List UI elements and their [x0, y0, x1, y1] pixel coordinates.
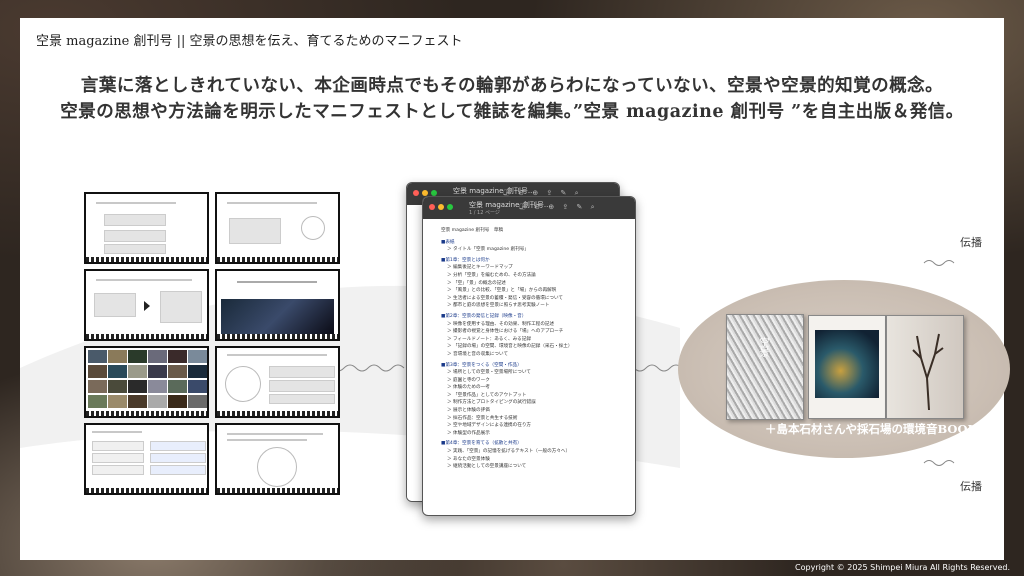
- document-section-heading: ■第4章：空景を育てる（拡散と共有）: [441, 441, 522, 447]
- document-section-heading: ■表紙: [441, 239, 455, 245]
- thumbnail-slide: [215, 423, 340, 495]
- minimize-button[interactable]: [438, 204, 444, 210]
- document-line: ＞ 撮影者の視覚と身体性における「場」へのアプローチ: [447, 329, 564, 335]
- propagation-label-bottom: 伝播: [960, 480, 982, 493]
- document-line: ＞ 「空」「景」の概念の記述: [447, 280, 506, 286]
- close-button[interactable]: [413, 190, 419, 196]
- slide-title: 空景 magazine 創刊号 || 空景の思想を伝え、育てるためのマニフェスト: [36, 34, 463, 49]
- propagation-label-top: 伝播: [960, 236, 982, 249]
- document-line: ＞ 実践、「空景」の記憶を拡げるテキスト（一般の方々へ）: [447, 449, 571, 455]
- document-line: ＞ 分析「空景」を編むための、その方法論: [447, 272, 536, 278]
- document-line: ＞ 空や地域デザインによる連携の在り方: [447, 423, 532, 429]
- document-line: ＞ 継続活動としての空景講座について: [447, 464, 527, 470]
- books-caption: ＋島本石材さんや採石場の環境音BOOK: [765, 422, 978, 436]
- document-line: ＞ 「記録の場」の空間、環境音と映像の記録（采石・採土）: [447, 344, 573, 350]
- thumbnail-slide: [84, 192, 209, 264]
- document-page[interactable]: 空景 magazine 創刊号 草稿 ■表紙 ＞ タイトル「空景 magazine …: [423, 219, 635, 515]
- document-section-heading: ■第3章：空景をつくる（空間・作品）: [441, 362, 522, 368]
- document-line: ＞ 庭園と寺のワーク: [447, 377, 490, 383]
- page-indicator: 1 / 12 ページ: [469, 210, 500, 216]
- cover-title: 空景: [757, 337, 768, 357]
- pdf-window: 空景 magazine_創刊号... 1 / 12 ページ ⓘ ⊖ ⊕ ⇪ ✎ …: [422, 196, 636, 516]
- spread-photo: [815, 330, 879, 398]
- document-line: ＞ 場所としての空景・空景場所について: [447, 370, 531, 376]
- document-line: ＞ あなたの空景体験: [447, 456, 490, 462]
- document-line: ＞ 「空景作品」としてのアウトプット: [447, 392, 527, 398]
- magazine-spread: [808, 315, 886, 419]
- document-line: ＞ 「風景」との比較、「空景」と「場」からの再解釈: [447, 288, 557, 294]
- thumbnail-slide: [84, 269, 209, 341]
- document-line: ＞ 生活者による空景の蓄積・発信・受容の循環について: [447, 295, 564, 301]
- magazine-page: [886, 315, 964, 419]
- document-line: ＞ タイトル「空景 magazine 創刊号」: [447, 247, 529, 253]
- close-button[interactable]: [429, 204, 435, 210]
- twig-photo: [912, 333, 944, 410]
- slide: 空景 magazine 創刊号 || 空景の思想を伝え、育てるためのマニフェスト…: [20, 18, 1010, 560]
- headline-line-1: 言葉に落としきれていない、本企画時点でもその輪郭があらわになっていない、空景や空…: [80, 76, 944, 96]
- document-line: ＞ フィールドノート：あるく、みる記録: [447, 336, 531, 342]
- zoom-button[interactable]: [447, 204, 453, 210]
- document-line: ＞ 制作方法とプロトタイピングの試行錯誤: [447, 400, 536, 406]
- thumbnail-slide: [215, 192, 340, 264]
- document-line: ＞ 音環境と音の収集について: [447, 351, 509, 357]
- slide-thumbnails: [84, 192, 344, 500]
- copyright: Copyright © 2025 Shimpei Miura All Right…: [795, 563, 1010, 572]
- document-line: ＞ 体験型の作品展示: [447, 430, 490, 436]
- document-line: ＞ 都市と庭の思想を空景に照らす思考実験ノート: [447, 303, 550, 309]
- thumbnail-slide: [215, 346, 340, 418]
- thumbnail-slide: [215, 269, 340, 341]
- document-line: ＞ 編集後記とキーワードマップ: [447, 265, 513, 271]
- thumbnail-slide: [84, 346, 209, 418]
- document-section-heading: ■第1章：空景とは何か: [441, 257, 490, 263]
- document-title: 空景 magazine 創刊号 草稿: [441, 228, 504, 233]
- window-titlebar: 空景 magazine_創刊号... 1 / 12 ページ ⓘ ⊖ ⊕ ⇪ ✎ …: [423, 197, 635, 219]
- magazine-cover: 空景: [726, 314, 804, 420]
- document-line: ＞ 展示と体験の評価: [447, 408, 490, 414]
- toolbar-icons[interactable]: ⓘ ⊖ ⊕ ⇪ ✎ ⌕: [519, 202, 598, 212]
- document-line: ＞ 体験のための一考: [447, 385, 490, 391]
- document-line: ＞ 映像を使用する理由、その効果、制作工程の記述: [447, 321, 555, 327]
- thumbnail-slide: [84, 423, 209, 495]
- headline-line-2: 空景の思想や方法論を明示したマニフェストとして雑誌を編集。”空景 magazin…: [60, 102, 964, 122]
- document-section-heading: ■第2章：空景の発信と記録（映像・音）: [441, 313, 527, 319]
- document-line: ＞ 採石作品：空景と共生する技術: [447, 415, 518, 421]
